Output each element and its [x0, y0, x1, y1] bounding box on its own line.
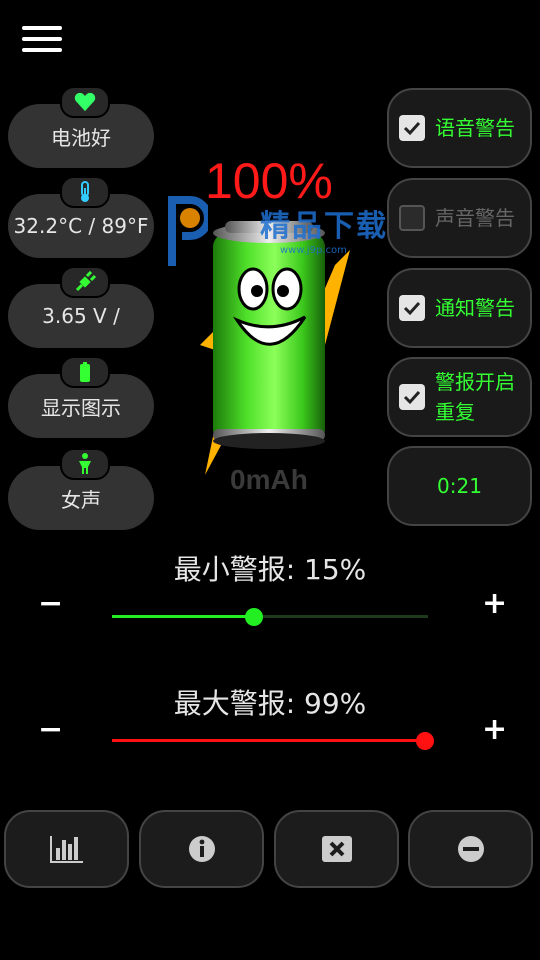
checkbox-checked-icon[interactable]: [399, 115, 425, 141]
watermark-text: 精品下载: [260, 208, 388, 244]
timer-label: 0:21: [437, 474, 482, 498]
repeat-alarm-label-line1: 警报开启: [435, 370, 515, 394]
repeat-alarm-toggle[interactable]: 警报开启 重复: [387, 357, 532, 437]
close-box-icon: [321, 836, 352, 862]
checkbox-unchecked-icon[interactable]: [399, 205, 425, 231]
min-alarm-increase-button[interactable]: +: [482, 586, 507, 621]
max-alarm-thumb[interactable]: [416, 732, 434, 750]
checkbox-checked-icon[interactable]: [399, 384, 425, 410]
checkbox-checked-icon[interactable]: [399, 295, 425, 321]
sound-alert-label: 声音警告: [435, 206, 515, 230]
voice-gender-label: 女声: [61, 487, 101, 512]
info-button[interactable]: [139, 810, 264, 888]
sound-alert-toggle[interactable]: 声音警告: [387, 178, 532, 258]
watermark: 精品下载 www.j9p.com: [168, 196, 388, 266]
temperature-label: 32.2°C / 89°F: [13, 214, 149, 238]
min-alarm-fill: [112, 615, 254, 618]
max-alarm-fill: [112, 739, 425, 742]
stats-button[interactable]: [4, 810, 129, 888]
battery-icon: [60, 356, 110, 388]
info-icon: [188, 836, 215, 862]
min-alarm-label: 最小警报: 15%: [173, 553, 367, 586]
voltage-label: 3.65 V /: [42, 304, 120, 328]
heart-icon: [60, 86, 110, 118]
min-alarm-slider[interactable]: [112, 607, 428, 627]
max-alarm-label: 最大警报: 99%: [173, 687, 367, 720]
watermark-logo-icon: [168, 196, 208, 266]
minus-circle-icon: [457, 836, 484, 862]
close-button[interactable]: [274, 810, 399, 888]
plug-icon: [60, 266, 110, 298]
battery-capacity: 0mAh: [230, 464, 308, 495]
show-icon-label: 显示图示: [41, 395, 121, 420]
notification-alert-label: 通知警告: [435, 296, 515, 320]
hamburger-menu-icon[interactable]: [22, 26, 62, 56]
minimize-button[interactable]: [408, 810, 533, 888]
voice-alert-label: 语音警告: [435, 116, 515, 140]
person-icon: [60, 448, 110, 480]
thermometer-icon: [60, 176, 110, 208]
max-alarm-decrease-button[interactable]: −: [38, 712, 63, 747]
watermark-url: www.j9p.com: [280, 244, 347, 256]
voice-alert-toggle[interactable]: 语音警告: [387, 88, 532, 168]
repeat-alarm-label-line2: 重复: [435, 400, 475, 424]
notification-alert-toggle[interactable]: 通知警告: [387, 268, 532, 348]
bar-chart-icon: [49, 836, 83, 863]
battery-health-label: 电池好: [51, 125, 111, 150]
min-alarm-thumb[interactable]: [245, 608, 263, 626]
timer-button[interactable]: 0:21: [387, 446, 532, 526]
max-alarm-slider[interactable]: [112, 731, 434, 751]
max-alarm-increase-button[interactable]: +: [482, 712, 507, 747]
min-alarm-decrease-button[interactable]: −: [38, 586, 63, 621]
